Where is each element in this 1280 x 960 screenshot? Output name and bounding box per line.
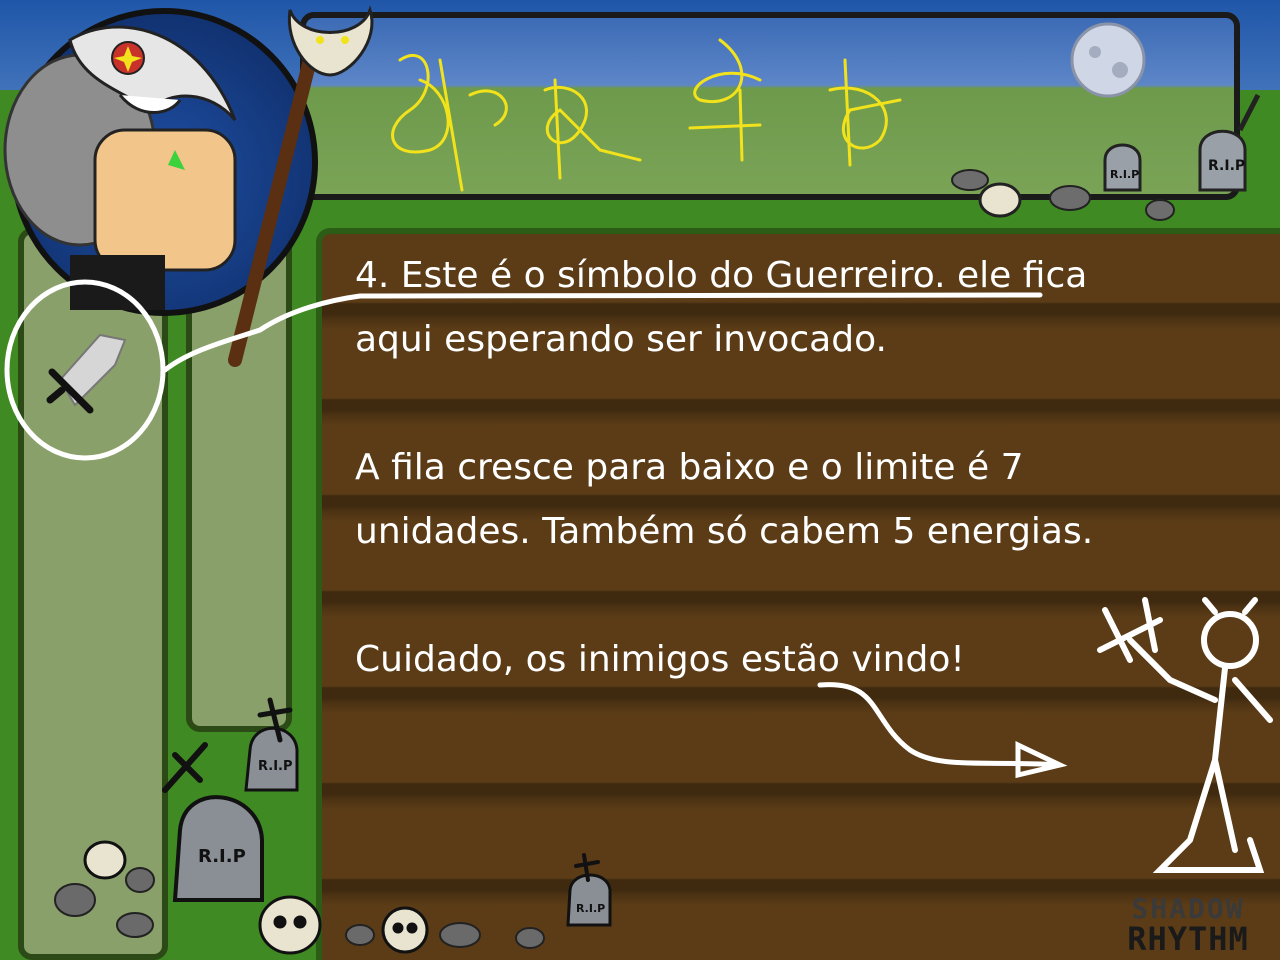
sword-icon bbox=[46, 333, 127, 414]
tutorial-message: 4. Este é o símbolo do Guerreiro. ele fi… bbox=[355, 244, 1255, 692]
tutorial-line-1b: aqui esperando ser invocado. bbox=[355, 319, 887, 360]
tutorial-line-2b: unidades. Também só cabem 5 energias. bbox=[355, 511, 1094, 552]
tombstone-bottom-center: R.I.P bbox=[566, 853, 612, 927]
svg-text:R.I.P: R.I.P bbox=[1110, 168, 1139, 181]
arrow-to-enemy bbox=[817, 682, 1068, 779]
game-logo: SHADOW RHYTHM bbox=[1108, 894, 1268, 958]
tutorial-line-1a: 4. Este é o símbolo do Guerreiro. ele fi… bbox=[355, 255, 1088, 296]
svg-text:R.I.P: R.I.P bbox=[198, 846, 246, 867]
game-screen: R.I.P R.I.P R.I.P R.I.P R.I.P 4. Este é … bbox=[0, 0, 1280, 960]
yellow-glyph-scribbles bbox=[391, 38, 902, 192]
tombstone-bottom-left: R.I.P R.I.P bbox=[162, 697, 299, 902]
svg-text:R.I.P: R.I.P bbox=[576, 902, 605, 915]
tutorial-line-2a: A fila cresce para baixo e o limite é 7 bbox=[355, 447, 1024, 488]
moon-icon bbox=[1070, 22, 1146, 98]
tombstone-top-right: R.I.P R.I.P bbox=[951, 93, 1261, 221]
logo-line-2: RHYTHM bbox=[1127, 920, 1249, 958]
warrior-character bbox=[3, 25, 237, 310]
svg-text:R.I.P: R.I.P bbox=[258, 759, 293, 774]
svg-text:R.I.P: R.I.P bbox=[1208, 158, 1245, 174]
tutorial-line-3: Cuidado, os inimigos estão vindo! bbox=[355, 639, 965, 680]
